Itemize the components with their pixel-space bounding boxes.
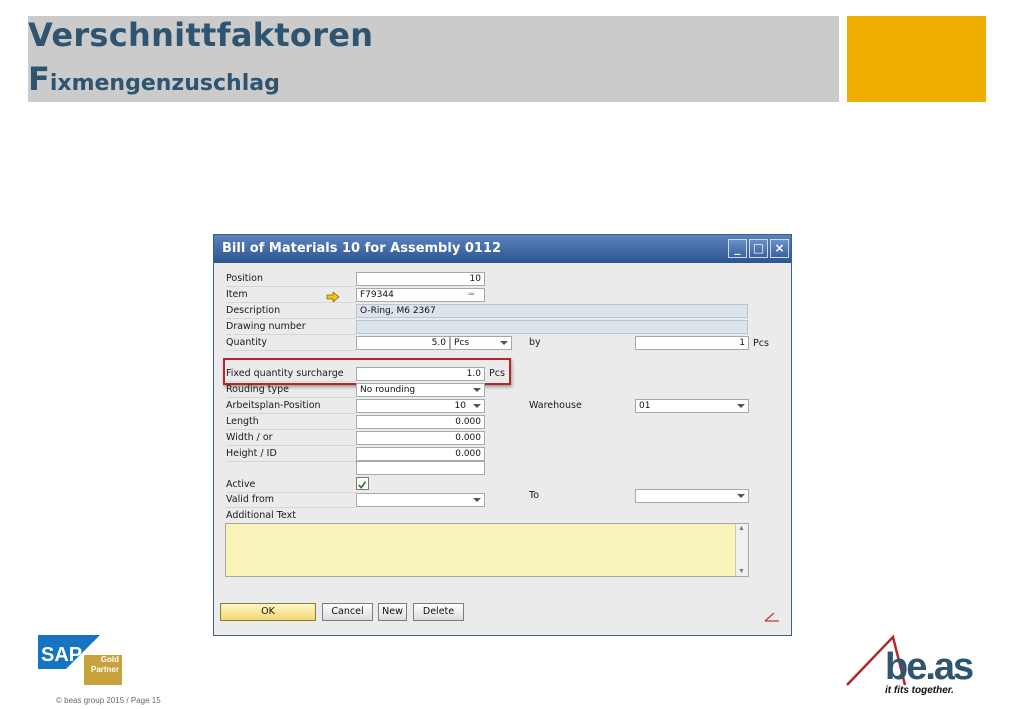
chevron-down-icon: [473, 498, 481, 502]
description-field: O-Ring, M6 2367: [356, 304, 748, 318]
arbeitsplan-position-label: Arbeitsplan-Position: [226, 398, 356, 414]
position-field[interactable]: 10: [356, 272, 485, 286]
to-label: To: [529, 490, 540, 501]
drawing-number-field: [356, 320, 748, 334]
sap-partner-text: Partner: [90, 665, 119, 674]
minimize-icon[interactable]: _: [728, 239, 747, 258]
description-label: Description: [226, 303, 356, 319]
length-label: Length: [226, 414, 356, 430]
window-title: Bill of Materials 10 for Assembly 0112: [222, 241, 501, 256]
accent-box: [847, 16, 986, 102]
extra-field[interactable]: [356, 461, 485, 475]
slide-subtitle-rest: ixmengenzuschlag: [49, 71, 280, 96]
beas-logo-text: be.as: [885, 646, 973, 688]
chevron-down-icon: [737, 494, 745, 498]
chevron-down-icon: [473, 404, 481, 408]
by-unit: Pcs: [753, 338, 769, 349]
width-field[interactable]: 0.000: [356, 431, 485, 445]
quantity-field[interactable]: 5.0: [356, 336, 450, 350]
additional-text-label: Additional Text: [226, 510, 296, 521]
new-button[interactable]: New: [378, 603, 407, 621]
ok-button[interactable]: OK: [220, 603, 316, 621]
beas-tagline: it fits together.: [885, 685, 954, 696]
beas-logo: be.as it fits together.: [846, 634, 975, 696]
link-arrow-icon[interactable]: [326, 292, 340, 302]
width-label: Width / or: [226, 430, 356, 446]
to-select[interactable]: [635, 489, 749, 503]
item-value: F79344: [360, 290, 394, 300]
item-equals-icon: ═: [468, 290, 474, 300]
scroll-down-icon[interactable]: ▼: [738, 568, 745, 575]
length-field[interactable]: 0.000: [356, 415, 485, 429]
footer-copyright: © beas group 2015 / Page 15: [56, 696, 161, 705]
active-label: Active: [226, 477, 356, 493]
quantity-unit-select[interactable]: Pcs: [450, 336, 512, 350]
valid-from-select[interactable]: [356, 493, 485, 507]
slide-title: Verschnittfaktoren: [28, 16, 374, 54]
drawing-number-label: Drawing number: [226, 319, 356, 335]
warehouse-label: Warehouse: [529, 400, 582, 411]
chevron-down-icon: [500, 341, 508, 345]
scrollbar[interactable]: ▲ ▼: [735, 524, 748, 576]
sap-gold-badge: Gold Partner: [84, 655, 122, 685]
chevron-down-icon: [473, 388, 481, 392]
warehouse-select[interactable]: 01: [635, 399, 749, 413]
sap-gold-text: Gold: [100, 655, 119, 664]
item-field[interactable]: F79344 ═: [356, 288, 485, 302]
rounding-type-select[interactable]: No rounding: [356, 383, 485, 397]
close-icon[interactable]: ×: [770, 239, 789, 258]
rounding-type-value: No rounding: [360, 385, 416, 395]
quantity-unit: Pcs: [454, 338, 470, 348]
warehouse-value: 01: [639, 401, 651, 411]
quantity-label: Quantity: [226, 335, 356, 351]
valid-from-label: Valid from: [226, 492, 356, 508]
slide-subtitle: Fixmengenzuschlag: [28, 60, 280, 98]
height-label: Height / ID: [226, 446, 356, 462]
arbeitsplan-position-value: 10: [454, 401, 466, 411]
maximize-icon[interactable]: □: [749, 239, 768, 258]
slide-subtitle-initial: F: [28, 60, 50, 98]
active-checkbox[interactable]: [356, 477, 369, 490]
highlight-frame: [223, 358, 511, 385]
checkmark-icon: [358, 481, 367, 489]
additional-text-area[interactable]: ▲ ▼: [225, 523, 749, 577]
height-field[interactable]: 0.000: [356, 447, 485, 461]
scroll-up-icon[interactable]: ▲: [738, 525, 745, 532]
cancel-button[interactable]: Cancel: [322, 603, 373, 621]
delete-button[interactable]: Delete: [413, 603, 464, 621]
by-label: by: [529, 337, 541, 348]
sap-logo-text: SAP: [41, 644, 82, 666]
resize-corner-icon[interactable]: [764, 610, 780, 622]
arbeitsplan-position-select[interactable]: 10: [356, 399, 485, 413]
bom-window: Bill of Materials 10 for Assembly 0112 _…: [213, 234, 792, 636]
by-field[interactable]: 1: [635, 336, 749, 350]
rounding-type-label: Rouding type: [226, 382, 356, 398]
window-titlebar[interactable]: Bill of Materials 10 for Assembly 0112 _…: [214, 235, 791, 263]
chevron-down-icon: [737, 404, 745, 408]
position-label: Position: [226, 271, 356, 287]
